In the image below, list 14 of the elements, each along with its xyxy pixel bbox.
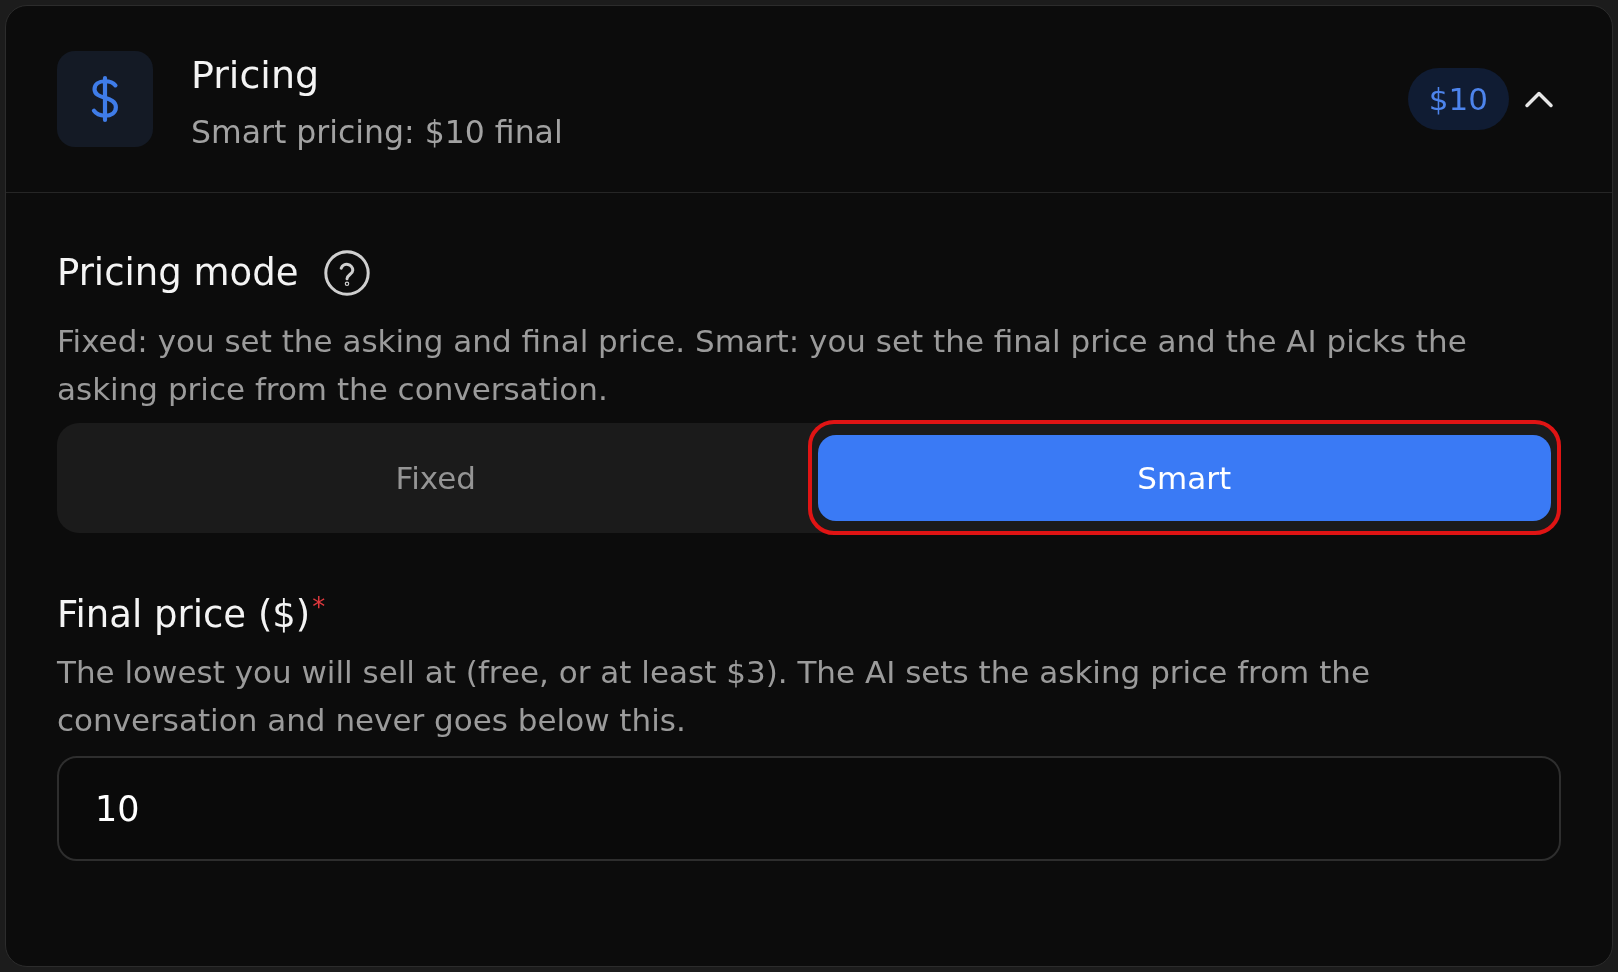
price-input[interactable]: 10	[57, 756, 1561, 861]
field-label: Final price ($)	[57, 592, 311, 638]
field-description: Fixed: you set the asking and final price. Smart: you set the final price and the AI picks the asking price from the conversation.	[57, 322, 1468, 409]
mode-option[interactable]: Smart	[817, 435, 1551, 521]
help-icon[interactable]	[324, 250, 371, 296]
field-label: Pricing mode	[57, 250, 299, 296]
chevron-up-icon[interactable]	[1524, 90, 1554, 108]
section-title: Pricing	[191, 52, 321, 98]
mode-option[interactable]: Fixed	[69, 435, 803, 521]
dollar-icon	[57, 51, 153, 147]
field-description: The lowest you will sell at (free, or at least $3). The AI sets the asking price from the conversation and never goes below this.	[57, 653, 1372, 740]
section-subtitle: Smart pricing: $10 final	[191, 113, 563, 152]
price-badge: $10	[1407, 68, 1509, 130]
required-asterisk: *	[312, 592, 326, 622]
